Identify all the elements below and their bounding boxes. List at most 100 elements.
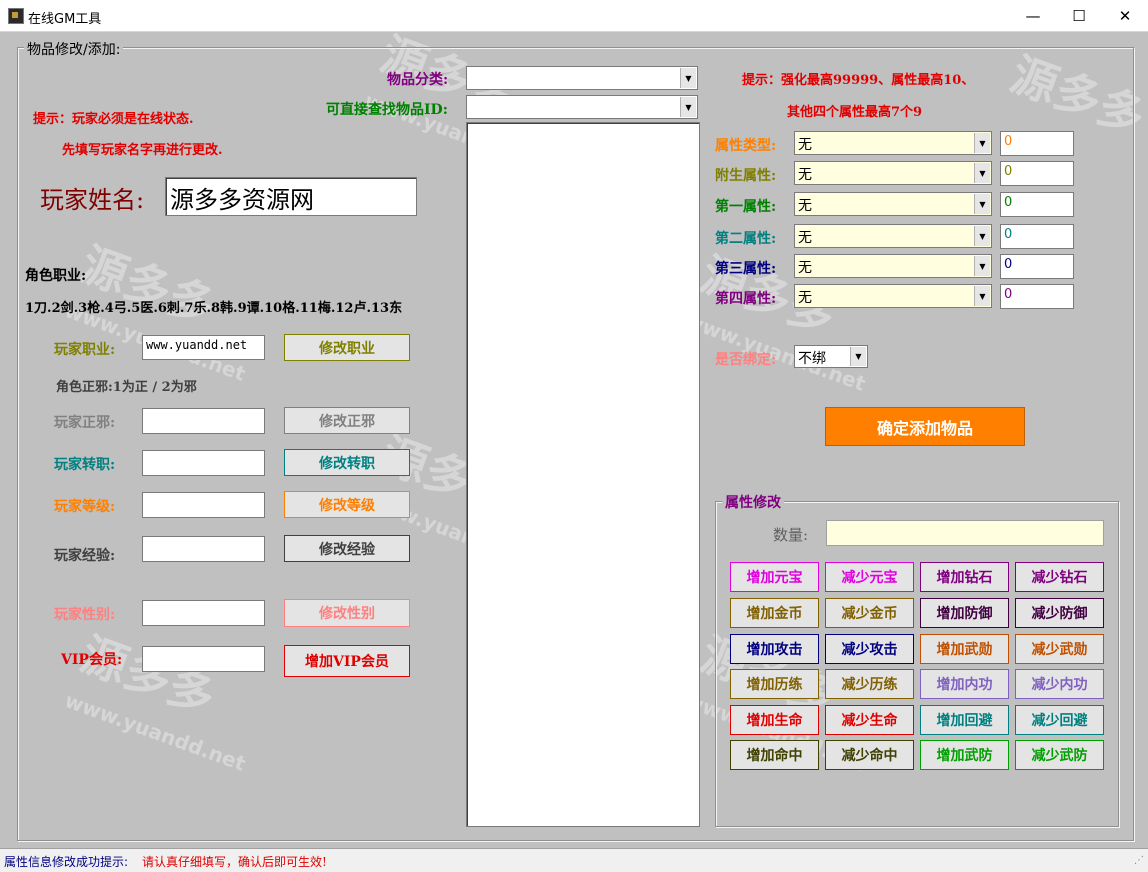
attr-modify-button[interactable]: 减少武勋 [1015,634,1104,664]
attr-modify-title: 属性修改 [722,492,784,512]
item-list[interactable] [466,122,700,827]
app-icon [8,8,24,24]
chevron-down-icon[interactable]: ▼ [974,194,990,214]
attr-modify-button[interactable]: 增加攻击 [730,634,819,664]
add-vip-button[interactable]: 增加VIP会员 [284,645,410,677]
itemid-select[interactable]: ▼ [466,95,698,119]
level-input[interactable] [142,492,265,518]
modify-exp-button[interactable]: 修改经验 [284,535,410,562]
attr-row-select-value: 无 [798,260,812,276]
transfer-input[interactable] [142,450,265,476]
attr-modify-button[interactable]: 增加武勋 [920,634,1009,664]
zx-input[interactable] [142,408,265,434]
level-label: 玩家等级: [54,499,116,515]
chevron-down-icon[interactable]: ▼ [680,68,696,88]
attr-row-select[interactable]: 无 ▼ [794,192,992,216]
attr-row-value-input[interactable]: 0 [1000,161,1074,186]
itemid-label: 可直接查找物品ID: [326,102,448,118]
chevron-down-icon[interactable]: ▼ [974,286,990,306]
status-message: 请认真仔细填写，确认后即可生效! [142,855,327,869]
attr-row-select[interactable]: 无 ▼ [794,284,992,308]
job-input[interactable]: www.yuandd.net [142,335,265,360]
vip-label: VIP会员: [61,652,123,668]
chevron-down-icon[interactable]: ▼ [974,163,990,183]
modify-job-button[interactable]: 修改职业 [284,334,410,361]
add-item-button[interactable]: 确定添加物品 [825,407,1025,446]
attr-modify-button[interactable]: 减少历练 [825,669,914,699]
bind-select[interactable]: 不绑 ▼ [794,345,868,368]
modify-level-button[interactable]: 修改等级 [284,491,410,518]
attr-row-select-value: 无 [798,290,812,306]
attr-row-label: 第四属性: [715,291,777,307]
attr-row-select[interactable]: 无 ▼ [794,131,992,155]
attr-modify-button[interactable]: 增加金币 [730,598,819,628]
attr-modify-button[interactable]: 减少防御 [1015,598,1104,628]
attr-modify-button[interactable]: 增加防御 [920,598,1009,628]
attr-row-value-input[interactable]: 0 [1000,224,1074,249]
qty-label: 数量: [773,526,809,544]
attr-modify-button[interactable]: 减少命中 [825,740,914,770]
attr-row-label: 属性类型: [715,138,777,154]
attr-row-select-value: 无 [798,230,812,246]
attr-modify-button[interactable]: 增加钻石 [920,562,1009,592]
transfer-label: 玩家转职: [54,457,116,473]
close-button[interactable]: ✕ [1102,0,1148,31]
attr-modify-button[interactable]: 减少元宝 [825,562,914,592]
bind-label: 是否绑定: [715,352,777,368]
status-label: 属性信息修改成功提示: [4,855,129,869]
minimize-button[interactable]: — [1010,0,1056,31]
chevron-down-icon[interactable]: ▼ [974,226,990,246]
maximize-button[interactable]: ☐ [1056,0,1102,31]
vip-input[interactable] [142,646,265,672]
exp-input[interactable] [142,536,265,562]
attr-modify-button[interactable]: 增加回避 [920,705,1009,735]
attr-modify-button[interactable]: 增加命中 [730,740,819,770]
attr-row-value-input[interactable]: 0 [1000,192,1074,217]
attr-modify-button[interactable]: 减少武防 [1015,740,1104,770]
role-job-list: 1刀.2剑.3枪.4弓.5医.6刺.7乐.8韩.9谭.10格.11梅.12卢.1… [25,301,403,316]
attr-row-value-input[interactable]: 0 [1000,254,1074,279]
attr-modify-button[interactable]: 减少攻击 [825,634,914,664]
player-name-input[interactable]: 源多多资源网 [165,177,417,216]
window-title: 在线GM工具 [28,12,102,27]
modify-zx-button[interactable]: 修改正邪 [284,407,410,434]
attr-row-select[interactable]: 无 ▼ [794,254,992,278]
attr-modify-button[interactable]: 减少金币 [825,598,914,628]
chevron-down-icon[interactable]: ▼ [974,256,990,276]
chevron-down-icon[interactable]: ▼ [680,97,696,117]
attr-modify-button[interactable]: 减少内功 [1015,669,1104,699]
role-job-title: 角色职业: [25,268,87,284]
item-modify-group-title: 物品修改/添加: [24,39,124,59]
attr-row-select-value: 无 [798,137,812,153]
attr-modify-button[interactable]: 减少生命 [825,705,914,735]
attr-modify-button[interactable]: 增加武防 [920,740,1009,770]
attr-row-select[interactable]: 无 ▼ [794,161,992,185]
attr-row-select[interactable]: 无 ▼ [794,224,992,248]
attr-row-label: 第二属性: [715,231,777,247]
attr-modify-button[interactable]: 增加元宝 [730,562,819,592]
attr-row-label: 第一属性: [715,199,777,215]
limit-hint-2: 其他四个属性最高7个9 [787,105,923,120]
gender-input[interactable] [142,600,265,626]
title-bar: 在线GM工具 — ☐ ✕ [0,0,1148,32]
resize-grip-icon[interactable]: ⋰ [1134,855,1144,866]
attr-modify-button[interactable]: 增加历练 [730,669,819,699]
attr-modify-button[interactable]: 增加生命 [730,705,819,735]
attr-row-select-value: 无 [798,167,812,183]
attr-modify-button[interactable]: 减少回避 [1015,705,1104,735]
chevron-down-icon[interactable]: ▼ [974,133,990,153]
category-select[interactable]: ▼ [466,66,698,90]
attr-modify-button[interactable]: 减少钻石 [1015,562,1104,592]
zx-note: 角色正邪:1为正 / 2为邪 [56,380,197,395]
chevron-down-icon[interactable]: ▼ [850,347,866,366]
attr-row-value-input[interactable]: 0 [1000,131,1074,156]
attr-modify-button[interactable]: 增加内功 [920,669,1009,699]
modify-transfer-button[interactable]: 修改转职 [284,449,410,476]
attr-row-value-input[interactable]: 0 [1000,284,1074,309]
player-name-label: 玩家姓名: [40,186,145,214]
zx-label: 玩家正邪: [54,415,116,431]
online-note: 提示：玩家必须是在线状态. [33,112,194,127]
bind-value: 不绑 [798,351,826,367]
qty-input[interactable] [826,520,1104,546]
modify-gender-button[interactable]: 修改性别 [284,599,410,627]
